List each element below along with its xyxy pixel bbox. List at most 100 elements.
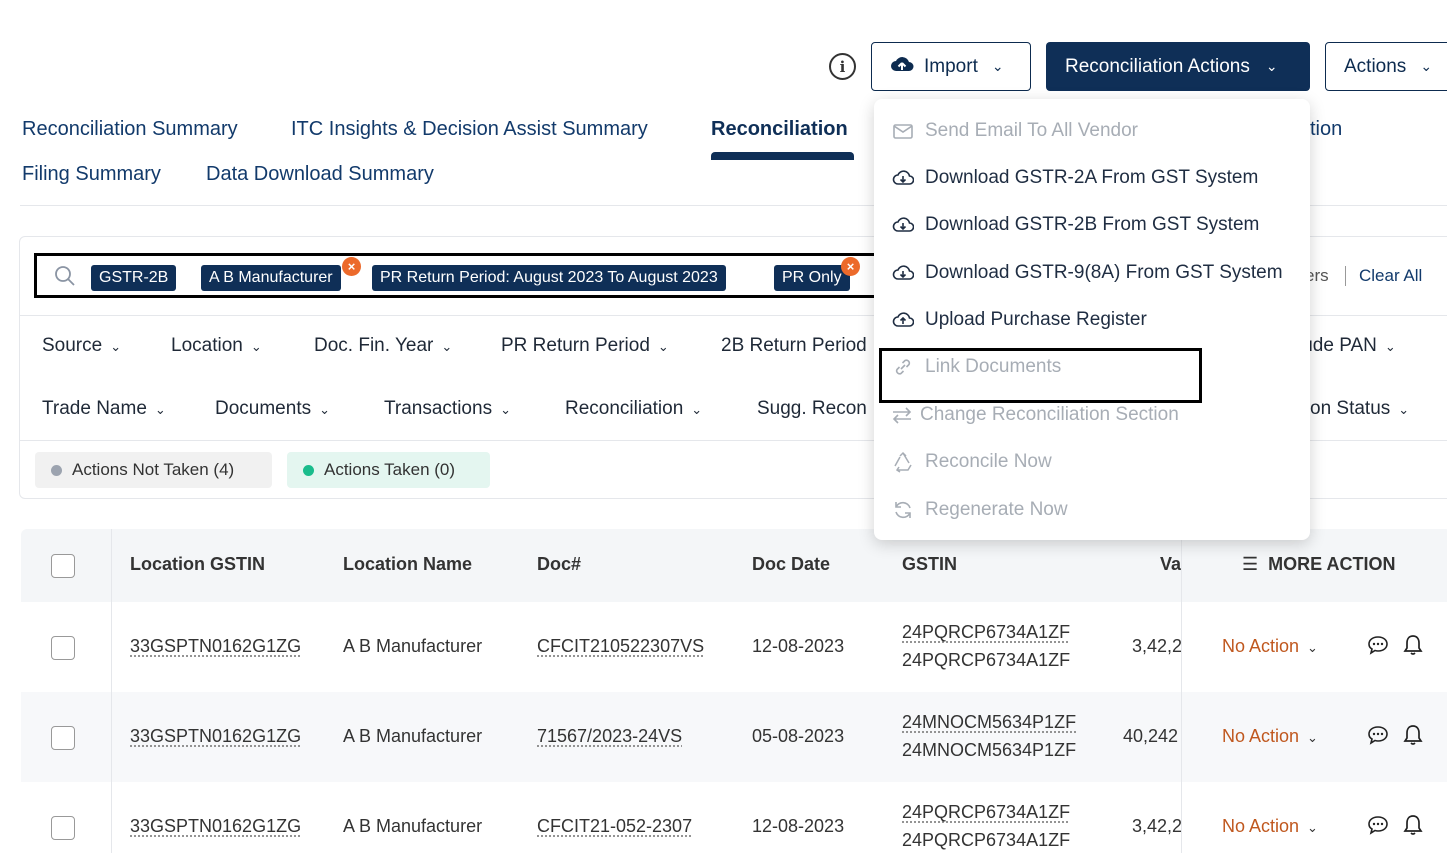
filter-sugg-recon[interactable]: Sugg. Recon bbox=[757, 398, 867, 420]
divider bbox=[1345, 266, 1346, 286]
doc-date: 12-08-2023 bbox=[752, 816, 845, 836]
filter-chip[interactable]: PR Only bbox=[774, 265, 850, 291]
menu-item-download-gstr-2b[interactable]: Download GSTR-2B From GST System bbox=[874, 203, 1310, 247]
filter-chip[interactable]: A B Manufacturer bbox=[201, 265, 341, 291]
column-header[interactable]: Doc# bbox=[537, 554, 581, 575]
row-checkbox[interactable] bbox=[51, 816, 75, 840]
filter-trade-name[interactable]: Trade Name ⌄ bbox=[42, 398, 166, 420]
value-cell: 40,242 bbox=[1123, 726, 1179, 746]
close-icon[interactable]: × bbox=[342, 257, 361, 276]
doc-number-link[interactable]: CFCIT210522307VS bbox=[537, 636, 704, 657]
location-name: A B Manufacturer bbox=[343, 726, 483, 746]
more-action-column: ☰ MORE ACTION No Action ⌄ No Action ⌄ No Ac… bbox=[1181, 529, 1447, 853]
gstin-link[interactable]: 24PQRCP6734A1ZF bbox=[902, 802, 1070, 823]
location-name: A B Manufacturer bbox=[343, 816, 483, 836]
filter-location[interactable]: Location ⌄ bbox=[171, 335, 262, 357]
close-icon[interactable]: × bbox=[841, 257, 860, 276]
search-icon[interactable] bbox=[54, 265, 76, 292]
bell-icon[interactable] bbox=[1403, 724, 1423, 751]
location-name: A B Manufacturer bbox=[343, 636, 483, 656]
cloud-download-icon bbox=[892, 167, 915, 189]
column-header[interactable]: Location GSTIN bbox=[130, 554, 265, 575]
tab-partial-hidden[interactable]: tion bbox=[1310, 118, 1342, 141]
import-button[interactable]: Import ⌄ bbox=[871, 42, 1031, 91]
comment-icon[interactable] bbox=[1367, 634, 1389, 661]
bell-icon[interactable] bbox=[1403, 814, 1423, 841]
select-all-checkbox[interactable] bbox=[51, 554, 75, 578]
filter-source[interactable]: Source ⌄ bbox=[42, 335, 121, 357]
value-cell: 3,42,2 bbox=[1132, 636, 1183, 656]
row-checkbox[interactable] bbox=[51, 726, 75, 750]
action-dropdown[interactable]: No Action ⌄ bbox=[1222, 636, 1318, 657]
comment-icon[interactable] bbox=[1367, 724, 1389, 751]
tab-filing-summary[interactable]: Filing Summary bbox=[22, 163, 161, 186]
menu-item-reconcile-now[interactable]: Reconcile Now bbox=[874, 440, 1310, 484]
highlight-box bbox=[879, 348, 1202, 403]
tab-itc-insights[interactable]: ITC Insights & Decision Assist Summary bbox=[291, 118, 648, 141]
cloud-upload-icon bbox=[892, 309, 915, 331]
filter-doc-fin-year[interactable]: Doc. Fin. Year ⌄ bbox=[314, 335, 452, 357]
column-header[interactable]: Va bbox=[1160, 554, 1181, 575]
chevron-down-icon: ⌄ bbox=[691, 402, 703, 417]
chevron-down-icon: ⌄ bbox=[1307, 820, 1318, 835]
filter-chip[interactable]: PR Return Period: August 2023 To August … bbox=[372, 265, 726, 291]
chevron-down-icon: ⌄ bbox=[1265, 58, 1278, 74]
tab-data-download-summary[interactable]: Data Download Summary bbox=[206, 163, 434, 186]
menu-item-send-email[interactable]: Send Email To All Vendor bbox=[874, 109, 1310, 153]
filter-2b-return-period[interactable]: 2B Return Period bbox=[721, 335, 867, 357]
refresh-icon bbox=[892, 499, 914, 521]
actions-button[interactable]: Actions ⌄ bbox=[1325, 42, 1447, 91]
doc-number-link[interactable]: CFCIT21-052-2307 bbox=[537, 816, 692, 837]
filter-reconciliation[interactable]: Reconciliation ⌄ bbox=[565, 398, 702, 420]
tab-reconciliation[interactable]: Reconciliation bbox=[711, 118, 848, 141]
chevron-down-icon: ⌄ bbox=[1384, 339, 1396, 354]
filter-exclude-pan[interactable]: lude PAN ⌄ bbox=[1298, 335, 1396, 357]
action-dropdown[interactable]: No Action ⌄ bbox=[1222, 816, 1318, 837]
menu-item-download-gstr-2a[interactable]: Download GSTR-2A From GST System bbox=[874, 156, 1310, 200]
chevron-down-icon: ⌄ bbox=[1307, 730, 1318, 745]
value-cell: 3,42,2 bbox=[1132, 816, 1183, 836]
more-action-header[interactable]: ☰ MORE ACTION bbox=[1242, 554, 1395, 575]
menu-item-download-gstr-9[interactable]: Download GSTR-9(8A) From GST System bbox=[874, 251, 1310, 295]
doc-date: 12-08-2023 bbox=[752, 636, 845, 656]
info-icon[interactable]: i bbox=[829, 53, 856, 80]
swap-icon bbox=[890, 404, 912, 426]
status-dot bbox=[303, 464, 314, 476]
filter-action-status[interactable]: on Status ⌄ bbox=[1310, 398, 1409, 420]
actions-not-taken-pill[interactable]: Actions Not Taken (4) bbox=[35, 452, 272, 488]
doc-number-link[interactable]: 71567/2023-24VS bbox=[537, 726, 682, 747]
gstin-link[interactable]: 24PQRCP6734A1ZF bbox=[902, 622, 1070, 643]
chevron-down-icon: ⌄ bbox=[110, 339, 122, 354]
toolbar: i Import ⌄ Reconciliation Actions ⌄ Acti… bbox=[0, 42, 1447, 92]
location-gstin-link[interactable]: 33GSPTN0162G1ZG bbox=[130, 816, 301, 837]
reconciliation-actions-label: Reconciliation Actions bbox=[1065, 55, 1250, 77]
cloud-upload-icon bbox=[890, 55, 914, 79]
column-header[interactable]: Location Name bbox=[343, 554, 472, 575]
reconciliation-actions-button[interactable]: Reconciliation Actions ⌄ bbox=[1046, 42, 1310, 91]
bell-icon[interactable] bbox=[1403, 634, 1423, 661]
cloud-download-icon bbox=[892, 262, 915, 284]
menu-item-upload-purchase-register[interactable]: Upload Purchase Register bbox=[874, 298, 1310, 342]
chevron-down-icon: ⌄ bbox=[657, 339, 669, 354]
location-gstin-link[interactable]: 33GSPTN0162G1ZG bbox=[130, 636, 301, 657]
reconciliation-table: Location GSTIN Location Name Doc# Doc Da… bbox=[21, 529, 1447, 853]
chevron-down-icon: ⌄ bbox=[1398, 402, 1410, 417]
chevron-down-icon: ⌄ bbox=[250, 339, 262, 354]
actions-label: Actions bbox=[1344, 55, 1407, 77]
filter-pr-return-period[interactable]: PR Return Period ⌄ bbox=[501, 335, 669, 357]
filter-transactions[interactable]: Transactions ⌄ bbox=[384, 398, 511, 420]
row-checkbox[interactable] bbox=[51, 636, 75, 660]
filter-chip[interactable]: GSTR-2B bbox=[91, 265, 177, 291]
menu-item-regenerate-now[interactable]: Regenerate Now bbox=[874, 488, 1310, 532]
location-gstin-link[interactable]: 33GSPTN0162G1ZG bbox=[130, 726, 301, 747]
column-header[interactable]: Doc Date bbox=[752, 554, 830, 575]
comment-icon[interactable] bbox=[1367, 814, 1389, 841]
column-header[interactable]: GSTIN bbox=[902, 554, 957, 575]
gstin-link[interactable]: 24MNOCM5634P1ZF bbox=[902, 712, 1076, 733]
actions-taken-pill[interactable]: Actions Taken (0) bbox=[287, 452, 490, 488]
clear-all-link[interactable]: Clear All bbox=[1359, 266, 1422, 286]
filter-documents[interactable]: Documents ⌄ bbox=[215, 398, 330, 420]
tab-reconciliation-summary[interactable]: Reconciliation Summary bbox=[22, 118, 238, 141]
applied-filters-bar: GSTR-2B A B Manufacturer × PR Return Per… bbox=[34, 253, 878, 298]
action-dropdown[interactable]: No Action ⌄ bbox=[1222, 726, 1318, 747]
